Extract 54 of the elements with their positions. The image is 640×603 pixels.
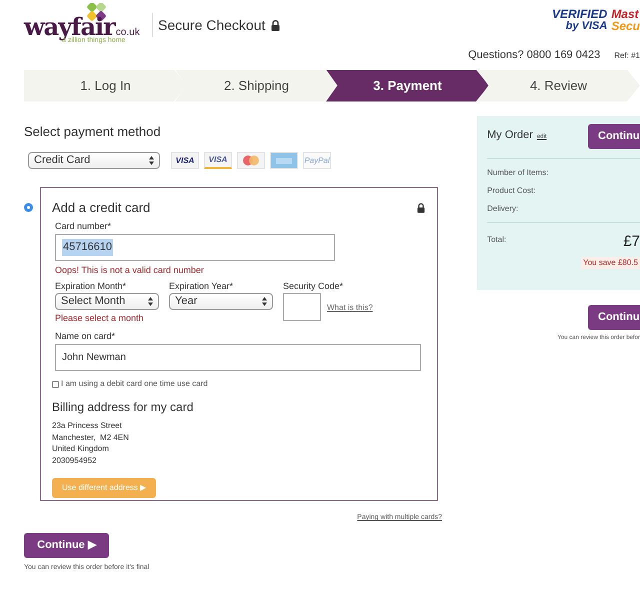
continue-button[interactable]: Continue ▶ (24, 532, 109, 558)
amex-card-icon (270, 152, 298, 169)
dropdown-arrows-icon (148, 297, 153, 306)
mastercard-securecode-logo: Mast Secu (611, 8, 640, 32)
visa-card-icon: VISA (171, 152, 199, 169)
field-label: Expiration Year* (169, 280, 234, 293)
my-order-title: My Order (487, 128, 533, 142)
debit-checkbox-label: I am using a debit card one time use card (61, 378, 208, 390)
savings-text: You save £80.5 (581, 257, 640, 269)
verified-by-visa-logo: VERIFIED by VISA (552, 8, 608, 32)
order-row-label: Number of Items: (487, 166, 550, 178)
security-code-field[interactable] (283, 293, 321, 321)
payment-method-heading: Select payment method (24, 122, 162, 141)
continue-button[interactable]: Continu (588, 124, 640, 148)
dropdown-arrows-icon (262, 297, 267, 306)
field-label: Name on card* (55, 330, 116, 342)
what-is-this-link[interactable]: What is this? (327, 302, 373, 314)
order-row-label: Delivery: (487, 202, 520, 215)
address-line: 2030954952 (52, 454, 98, 466)
questions-phone: Questions? 0800 169 0423 (468, 48, 600, 63)
checkout-step-tab[interactable]: 1. Log In (24, 70, 187, 102)
logo-wordmark: wayfair (24, 15, 115, 39)
visa-card-icon: VISA (204, 152, 232, 169)
total-label: Total: (487, 234, 506, 246)
month-select[interactable]: Select Month (55, 293, 159, 310)
address-line: United Kingdom (52, 443, 110, 454)
error-message: Please select a month (55, 312, 145, 325)
total-price: £7 (623, 232, 640, 252)
debit-checkbox[interactable] (52, 380, 59, 388)
lock-icon (271, 20, 280, 30)
order-row-label: Product Cost: (487, 184, 537, 196)
address-line: Manchester, M2 4EN (52, 432, 130, 443)
field-label: Expiration Month* (55, 280, 128, 293)
radio-button[interactable] (24, 203, 33, 212)
checkout-step-tab[interactable]: 2. Shipping (175, 70, 338, 102)
address-line: 23a Princess Street (52, 420, 123, 432)
secure-checkout-title: Secure Checkout (158, 16, 266, 34)
checkout-step-tab[interactable]: 3. Payment (326, 70, 489, 102)
year-select[interactable]: Year (169, 293, 273, 310)
billing-heading: Billing address for my card (52, 399, 194, 416)
order-ref: Ref: #1 (614, 50, 640, 62)
paypal-card-icon: PayPal (303, 152, 331, 169)
continue-button[interactable]: Continu (588, 304, 640, 330)
checkout-step-tab[interactable]: 4. Review (477, 70, 640, 102)
lock-icon (417, 202, 425, 213)
card-number-field[interactable]: 45716610 (55, 234, 335, 261)
add-card-title: Add a credit card (52, 199, 150, 217)
field-label: Security Code* (283, 280, 344, 293)
mastercard-icon (237, 152, 265, 169)
payment-method-select[interactable]: Credit Card (28, 152, 160, 169)
field-label: Card number* (55, 220, 112, 232)
name-field[interactable]: John Newman (55, 344, 421, 371)
dropdown-arrows-icon (149, 156, 154, 165)
error-message: Oops! This is not a valid card number (55, 264, 205, 277)
